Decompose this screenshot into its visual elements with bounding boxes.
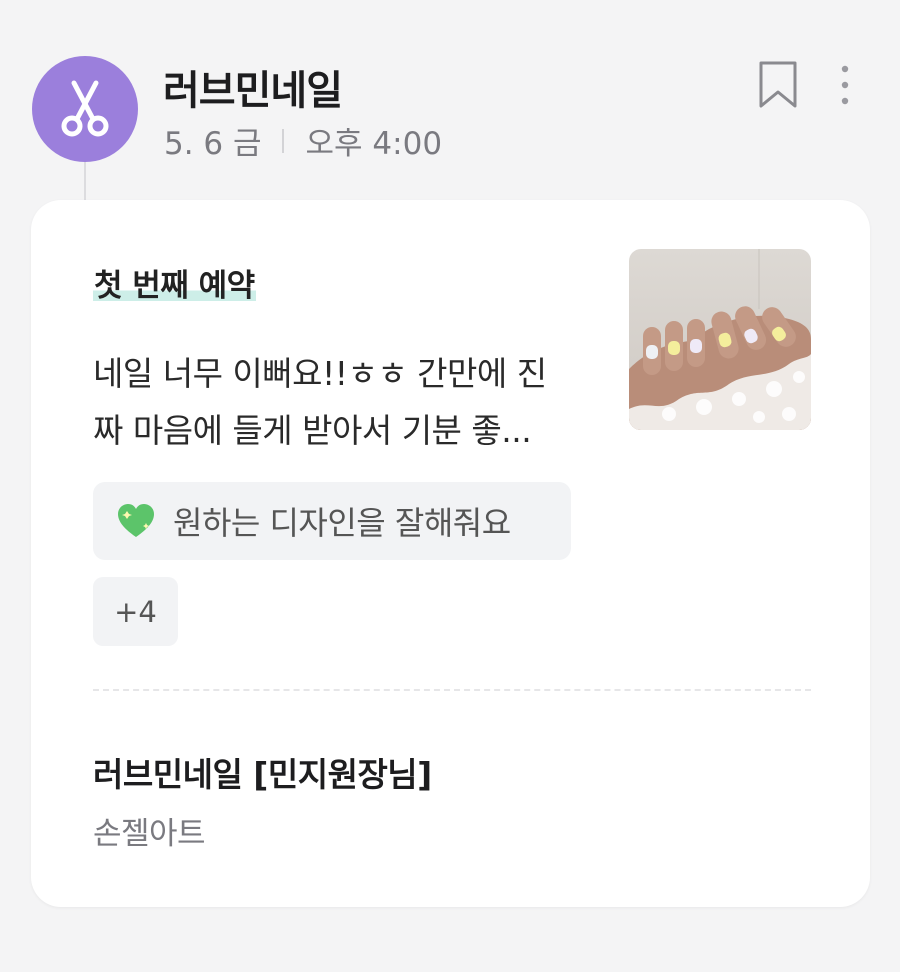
more-tags-button[interactable]: +4 xyxy=(93,577,178,646)
visit-date: 5. 6 금 xyxy=(164,126,262,162)
shop-name[interactable]: 러브민네일 xyxy=(163,58,343,116)
visit-datetime: 5. 6 금 오후 4:00 xyxy=(164,118,442,163)
shop-avatar[interactable] xyxy=(32,56,138,162)
nail-photo xyxy=(629,249,811,430)
bookmark-icon[interactable] xyxy=(756,60,800,110)
tag-label: 원하는 디자인을 잘해줘요 xyxy=(173,504,511,542)
more-vertical-icon[interactable] xyxy=(830,62,860,108)
review-text-line: 짜 마음에 들게 받아서 기분 좋... xyxy=(93,411,532,450)
green-heart-icon xyxy=(118,504,154,537)
review-card[interactable]: 첫 번째 예약 네일 너무 이뻐요!!ㅎㅎ 간만에 진 짜 마음에 들게 받아서… xyxy=(31,200,870,907)
review-title: 첫 번째 예약 xyxy=(93,260,256,305)
scissors-icon xyxy=(61,80,109,137)
designer-name[interactable]: 러브민네일 [민지원장님] xyxy=(93,748,432,796)
card-divider xyxy=(93,689,811,691)
review-photo[interactable] xyxy=(629,249,811,430)
review-title-text: 첫 번째 예약 xyxy=(93,268,256,304)
visit-time: 오후 4:00 xyxy=(305,126,443,162)
review-keyword-tag: 원하는 디자인을 잘해줘요 xyxy=(93,482,571,560)
meta-separator xyxy=(281,128,284,153)
review-text[interactable]: 네일 너무 이뻐요!!ㅎㅎ 간만에 진 짜 마음에 들게 받아서 기분 좋... xyxy=(93,345,613,459)
review-text-line: 네일 너무 이뻐요!!ㅎㅎ 간만에 진 xyxy=(93,354,547,393)
timeline-connector xyxy=(84,162,86,202)
service-name: 손젤아트 xyxy=(93,816,206,852)
